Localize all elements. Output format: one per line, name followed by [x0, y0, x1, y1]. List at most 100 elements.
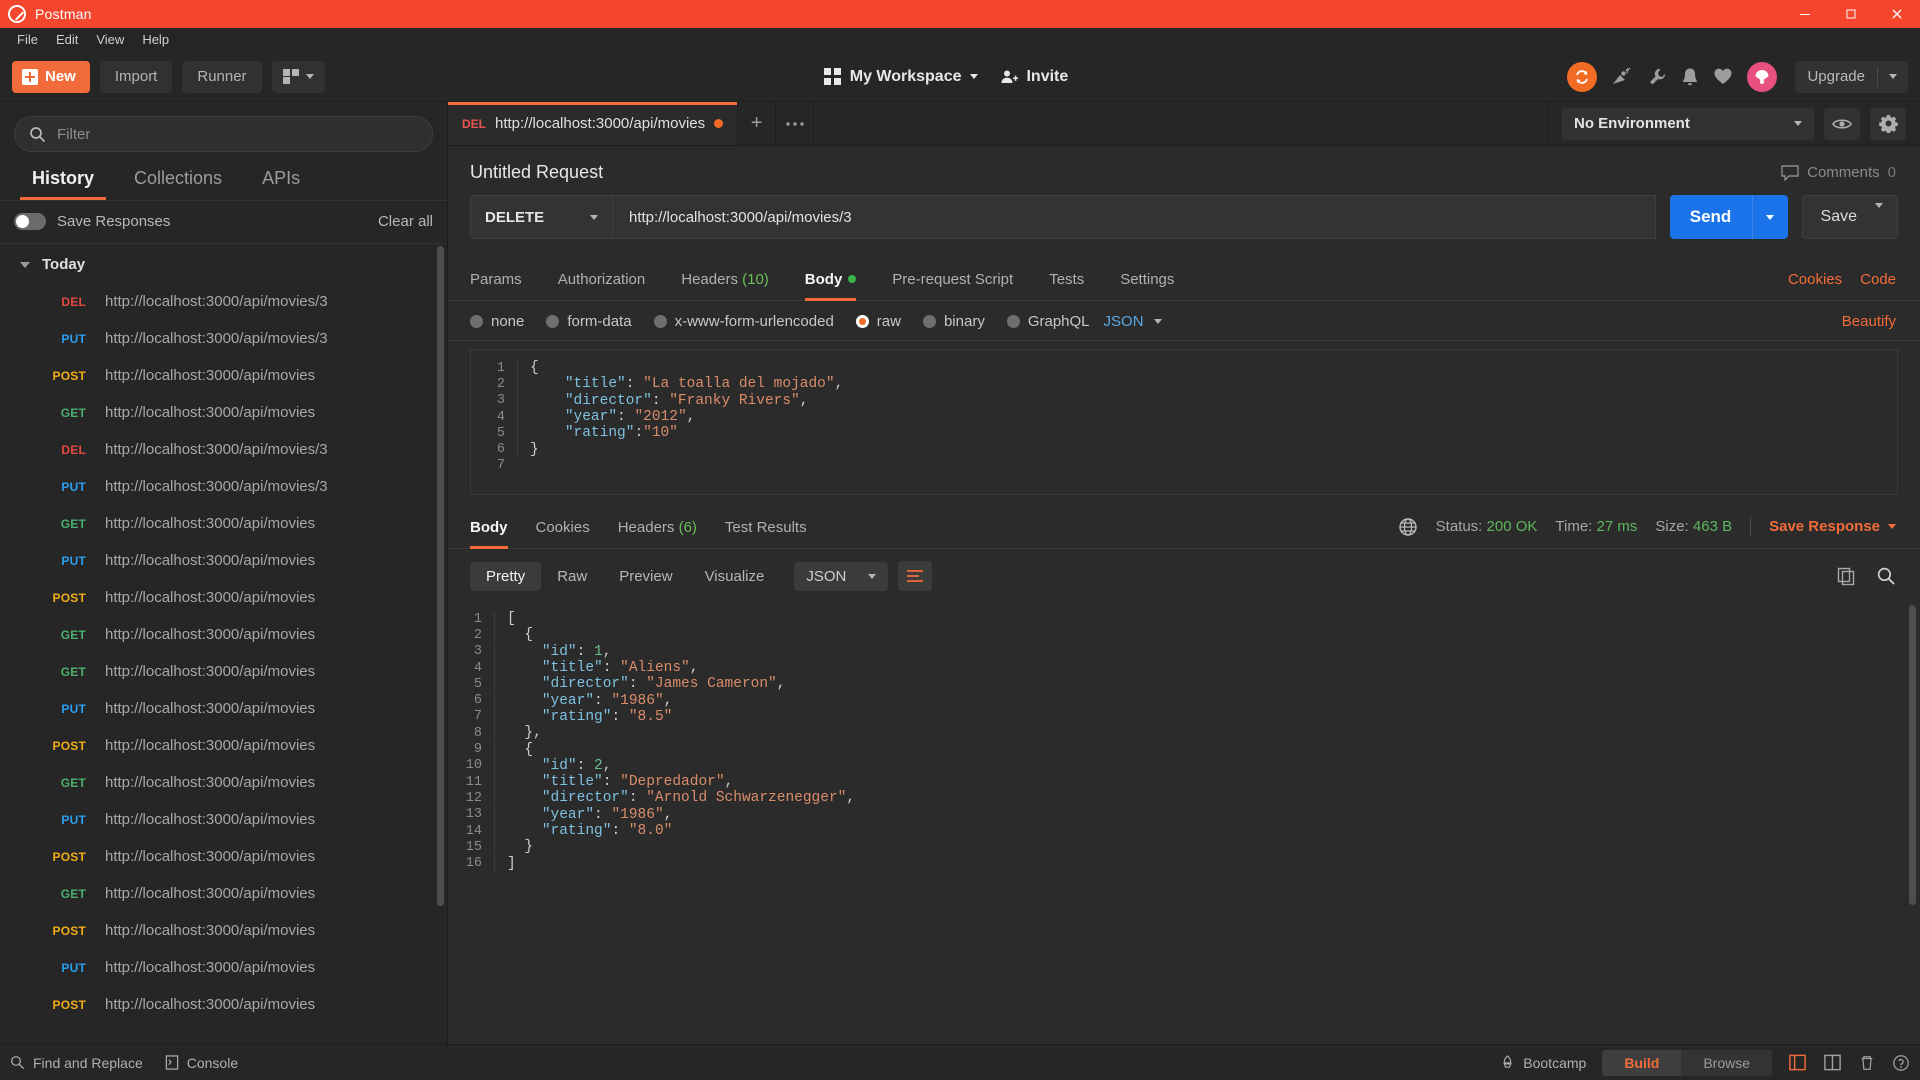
- import-button[interactable]: Import: [100, 61, 173, 93]
- response-scrollbar[interactable]: [1909, 605, 1916, 905]
- history-item[interactable]: PUThttp://localhost:3000/api/movies: [0, 949, 447, 986]
- response-tab-cookies[interactable]: Cookies: [522, 505, 604, 548]
- menu-file[interactable]: File: [8, 30, 47, 49]
- search-icon[interactable]: [1876, 566, 1896, 586]
- console-button[interactable]: Console: [165, 1055, 238, 1071]
- settings-button[interactable]: [1870, 108, 1906, 140]
- browse-tab[interactable]: Browse: [1681, 1050, 1772, 1076]
- tab-apis[interactable]: APIs: [242, 164, 320, 200]
- radio-button[interactable]: [923, 315, 936, 328]
- tab-history[interactable]: History: [12, 164, 114, 200]
- new-button[interactable]: New: [12, 61, 90, 93]
- heart-icon[interactable]: [1713, 67, 1733, 86]
- save-response-button[interactable]: Save Response: [1769, 518, 1896, 535]
- workspace-selector[interactable]: My Workspace: [824, 68, 979, 86]
- minimize-icon[interactable]: [1782, 0, 1828, 28]
- history-item[interactable]: POSThttp://localhost:3000/api/movies: [0, 838, 447, 875]
- bootcamp-button[interactable]: Bootcamp: [1500, 1055, 1586, 1071]
- build-tab[interactable]: Build: [1602, 1050, 1681, 1076]
- request-tab-tests[interactable]: Tests: [1031, 271, 1102, 300]
- history-item[interactable]: GEThttp://localhost:3000/api/movies: [0, 653, 447, 690]
- environment-selector[interactable]: No Environment: [1562, 108, 1814, 140]
- parachute-icon[interactable]: [1747, 62, 1777, 92]
- history-item[interactable]: POSThttp://localhost:3000/api/movies: [0, 912, 447, 949]
- new-window-button[interactable]: [272, 61, 325, 93]
- bell-icon[interactable]: [1681, 67, 1699, 87]
- request-tab-settings[interactable]: Settings: [1102, 271, 1192, 300]
- upgrade-button[interactable]: Upgrade: [1795, 61, 1908, 93]
- sync-icon[interactable]: [1567, 62, 1597, 92]
- url-input[interactable]: http://localhost:3000/api/movies/3: [612, 195, 1656, 239]
- menu-edit[interactable]: Edit: [47, 30, 87, 49]
- history-item[interactable]: POSThttp://localhost:3000/api/movies: [0, 579, 447, 616]
- request-tab-params[interactable]: Params: [470, 271, 540, 300]
- history-item[interactable]: GEThttp://localhost:3000/api/movies: [0, 394, 447, 431]
- body-mode-none[interactable]: none: [470, 313, 524, 330]
- history-item[interactable]: DELhttp://localhost:3000/api/movies/3: [0, 283, 447, 320]
- history-item[interactable]: POSThttp://localhost:3000/api/movies: [0, 986, 447, 1023]
- save-request-button[interactable]: Save: [1802, 195, 1898, 239]
- radio-button[interactable]: [1007, 315, 1020, 328]
- chevron-down-icon[interactable]: [1878, 74, 1908, 79]
- response-format-selector[interactable]: JSON: [794, 562, 888, 591]
- response-body-editor[interactable]: 1[2 {3 "id": 1,4 "title": "Aliens",5 "di…: [448, 601, 1920, 1044]
- environment-quick-look-button[interactable]: [1824, 108, 1860, 140]
- request-tab[interactable]: DEL http://localhost:3000/api/movies: [448, 102, 738, 145]
- history-item[interactable]: GEThttp://localhost:3000/api/movies: [0, 505, 447, 542]
- toggle-switch[interactable]: [14, 213, 46, 230]
- history-item[interactable]: GEThttp://localhost:3000/api/movies: [0, 875, 447, 912]
- response-tab-body[interactable]: Body: [470, 505, 522, 548]
- runner-button[interactable]: Runner: [182, 61, 261, 93]
- comments-button[interactable]: Comments 0: [1781, 164, 1896, 181]
- body-mode-raw[interactable]: raw: [856, 313, 901, 330]
- menu-view[interactable]: View: [87, 30, 133, 49]
- history-item[interactable]: DELhttp://localhost:3000/api/movies/3: [0, 431, 447, 468]
- new-tab-button[interactable]: +: [738, 102, 776, 145]
- request-tab-pre-request-script[interactable]: Pre-request Script: [874, 271, 1031, 300]
- cookies-link[interactable]: Cookies: [1788, 271, 1842, 288]
- search-input[interactable]: Filter: [14, 116, 433, 152]
- history-item[interactable]: PUThttp://localhost:3000/api/movies: [0, 690, 447, 727]
- send-button[interactable]: Send: [1670, 195, 1752, 239]
- clear-all-button[interactable]: Clear all: [378, 213, 433, 230]
- history-group-today[interactable]: Today: [0, 244, 447, 283]
- body-mode-binary[interactable]: binary: [923, 313, 985, 330]
- radio-button[interactable]: [470, 315, 483, 328]
- body-mode-graphql[interactable]: GraphQL: [1007, 313, 1090, 330]
- radio-button[interactable]: [654, 315, 667, 328]
- body-mode-form-data[interactable]: form-data: [546, 313, 631, 330]
- tab-collections[interactable]: Collections: [114, 164, 242, 200]
- raw-format-selector[interactable]: JSON: [1104, 313, 1162, 330]
- trash-icon[interactable]: [1858, 1054, 1876, 1072]
- response-tab-test-results[interactable]: Test Results: [711, 505, 821, 548]
- history-item[interactable]: GEThttp://localhost:3000/api/movies: [0, 616, 447, 653]
- find-and-replace-button[interactable]: Find and Replace: [10, 1055, 143, 1071]
- request-tab-body[interactable]: Body: [787, 271, 875, 300]
- history-list[interactable]: Today DELhttp://localhost:3000/api/movie…: [0, 244, 447, 1044]
- code-link[interactable]: Code: [1860, 271, 1896, 288]
- maximize-icon[interactable]: [1828, 0, 1874, 28]
- history-item[interactable]: GEThttp://localhost:3000/api/movies: [0, 764, 447, 801]
- response-view-visualize[interactable]: Visualize: [689, 562, 781, 591]
- invite-button[interactable]: Invite: [1000, 68, 1068, 86]
- send-options-button[interactable]: [1752, 195, 1788, 239]
- save-responses-toggle[interactable]: Save Responses: [14, 213, 170, 230]
- radio-button[interactable]: [856, 315, 869, 328]
- help-icon[interactable]: [1892, 1054, 1910, 1072]
- history-item[interactable]: PUThttp://localhost:3000/api/movies/3: [0, 320, 447, 357]
- history-item[interactable]: PUThttp://localhost:3000/api/movies/3: [0, 468, 447, 505]
- request-tab-headers[interactable]: Headers (10): [663, 271, 787, 300]
- method-selector[interactable]: DELETE: [470, 195, 612, 239]
- radio-button[interactable]: [546, 315, 559, 328]
- response-view-pretty[interactable]: Pretty: [470, 562, 541, 591]
- copy-icon[interactable]: [1836, 566, 1856, 586]
- tab-options-button[interactable]: [776, 102, 814, 145]
- sidebar-scrollbar[interactable]: [437, 246, 444, 906]
- history-item[interactable]: PUThttp://localhost:3000/api/movies: [0, 542, 447, 579]
- response-tab-headers[interactable]: Headers (6): [604, 505, 711, 548]
- word-wrap-icon[interactable]: [898, 561, 932, 591]
- history-item[interactable]: POSThttp://localhost:3000/api/movies: [0, 357, 447, 394]
- satellite-icon[interactable]: [1611, 67, 1633, 87]
- history-item[interactable]: POSThttp://localhost:3000/api/movies: [0, 727, 447, 764]
- request-tab-authorization[interactable]: Authorization: [540, 271, 664, 300]
